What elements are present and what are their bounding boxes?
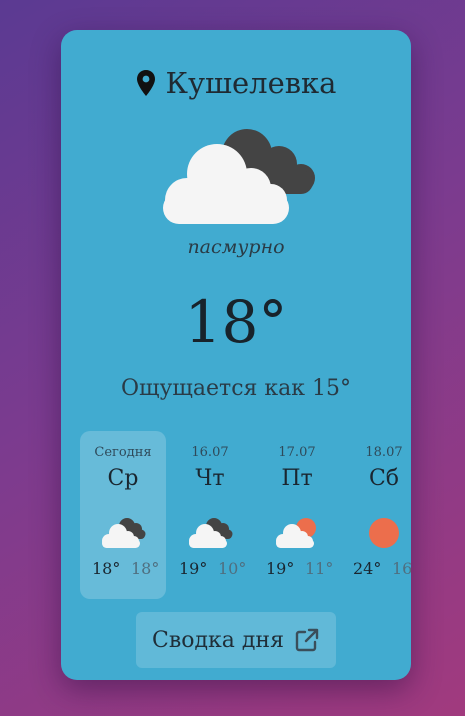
forecast-date: 16.07 (191, 445, 229, 460)
forecast-day[interactable]: 17.07 Пт 19° 11° (254, 431, 340, 599)
forecast-day[interactable]: 18.07 Сб 24° 16° (341, 431, 411, 599)
forecast-high: 19° (179, 559, 208, 578)
forecast-high: 24° (353, 559, 382, 578)
forecast-high: 18° (92, 559, 121, 578)
weather-condition: пасмурно (187, 236, 285, 258)
forecast-date: 17.07 (278, 445, 316, 460)
sun-icon (369, 518, 399, 548)
overcast-clouds-icon (189, 518, 233, 548)
feels-like-temperature: Ощущается как 15° (121, 376, 351, 401)
forecast-weekday: Сб (368, 466, 400, 491)
overcast-clouds-icon (102, 518, 146, 548)
forecast-day-today[interactable]: Сегодня Ср 18° 18° (80, 431, 166, 599)
forecast-low: 18° (131, 559, 160, 578)
forecast-low: 10° (218, 559, 247, 578)
day-summary-label: Сводка дня (152, 627, 284, 653)
forecast-weekday: Пт (281, 466, 313, 491)
forecast-weekday: Ср (107, 466, 139, 491)
forecast-date: 18.07 (365, 445, 403, 460)
forecast-low: 11° (305, 559, 334, 578)
daily-forecast: Сегодня Ср 18° 18° 16.07 Чт 19° 10° 17.0… (80, 431, 411, 599)
location-name: Кушелевка (165, 66, 337, 100)
overcast-clouds-icon (163, 129, 315, 224)
map-pin-icon (136, 70, 155, 96)
day-summary-button[interactable]: Сводка дня (136, 612, 336, 668)
forecast-high: 19° (266, 559, 295, 578)
forecast-weekday: Чт (195, 466, 225, 491)
weather-card: Кушелевка пасмурно 18° Ощущается как 15°… (61, 30, 411, 680)
forecast-date: Сегодня (94, 445, 152, 460)
forecast-day[interactable]: 16.07 Чт 19° 10° (167, 431, 253, 599)
external-link-icon (295, 628, 319, 652)
forecast-low: 16° (392, 559, 411, 578)
location-header: Кушелевка (61, 66, 411, 100)
partly-cloudy-sun-icon (276, 518, 316, 548)
current-temperature: 18° (184, 288, 288, 356)
